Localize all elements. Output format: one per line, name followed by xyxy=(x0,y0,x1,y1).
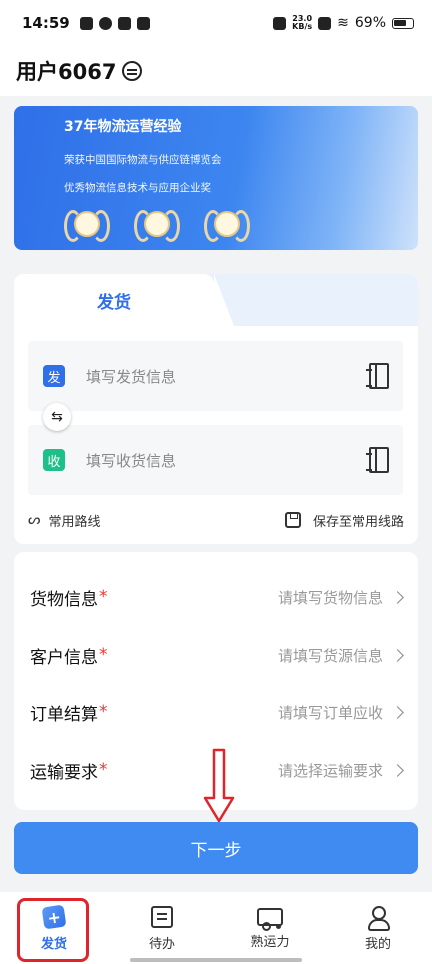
tabbar-label: 熟运力 xyxy=(250,935,290,950)
save-route-button[interactable]: 保存至常用线路 xyxy=(284,511,404,530)
chevron-right-icon xyxy=(391,590,404,604)
ship-icon: + xyxy=(41,904,67,930)
status-right: 23.0 KB/s ≋ 69% xyxy=(273,15,414,31)
todo-icon xyxy=(151,906,173,928)
required-mark: * xyxy=(99,587,108,607)
network-speed: 23.0 KB/s xyxy=(292,15,312,31)
sender-tag: 发 xyxy=(43,365,65,387)
app-header: 用户6067 xyxy=(0,46,432,96)
form-label: 货物信息 xyxy=(30,589,98,610)
form-hint: 请填写货源信息 xyxy=(277,646,383,665)
form-hint: 请选择运输要求 xyxy=(277,761,383,780)
required-mark: * xyxy=(99,645,108,665)
receiver-tag: 收 xyxy=(43,449,65,471)
app-notification-icon xyxy=(98,16,112,30)
medals xyxy=(64,208,418,242)
tab-strip: 发货 xyxy=(14,274,418,326)
swap-address-button[interactable]: ⇆ xyxy=(43,403,71,431)
home-indicator[interactable] xyxy=(130,958,302,962)
form-row-cargo[interactable]: 货物信息 * 请填写货物信息 xyxy=(14,568,418,626)
status-time: 14:59 xyxy=(22,14,70,32)
status-bar: 14:59 23.0 KB/s ≋ 69% xyxy=(0,0,432,46)
chevron-right-icon xyxy=(391,648,404,662)
medal-icon xyxy=(204,208,250,242)
crown-icon xyxy=(117,16,131,30)
tabbar-item-todo[interactable]: 待办 xyxy=(108,892,216,964)
banner-line: 优秀物流信息技术与应用企业奖 xyxy=(64,182,211,194)
tabbar-label: 发货 xyxy=(40,937,67,952)
shipping-card: 发货 发 填写发货信息 ⇆ 收 填写收货信息 ᔕ 常用路线 保存至常用线路 xyxy=(14,274,418,544)
required-mark: * xyxy=(99,702,108,722)
sender-info-row[interactable]: 发 填写发货信息 xyxy=(28,341,403,411)
address-book-icon[interactable] xyxy=(366,447,389,473)
status-left: 14:59 xyxy=(22,14,150,32)
form-row-settlement[interactable]: 订单结算 * 请填写订单应收 xyxy=(14,683,418,741)
sim-icon xyxy=(318,16,332,30)
save-route-label: 保存至常用线路 xyxy=(312,514,404,530)
chevron-right-icon xyxy=(391,705,404,719)
page-title: 用户6067 xyxy=(16,60,117,84)
next-step-button[interactable]: 下一步 xyxy=(14,822,418,874)
swap-icon: ⇆ xyxy=(51,409,63,425)
common-routes-link[interactable]: 常用路线 xyxy=(48,511,100,530)
form-label: 运输要求 xyxy=(30,762,98,783)
truck-icon xyxy=(257,908,283,931)
form-hint: 请填写货物信息 xyxy=(277,588,383,607)
app-notification-icon xyxy=(79,16,93,30)
form-label: 客户信息 xyxy=(30,647,98,668)
tab-ship[interactable]: 发货 xyxy=(14,274,234,326)
vibrate-icon xyxy=(273,16,287,30)
tabbar-label: 我的 xyxy=(364,937,391,952)
annotation-arrow-icon xyxy=(203,748,235,823)
battery-level: 69% xyxy=(354,15,386,31)
tabbar-item-capacity[interactable]: 熟运力 xyxy=(216,892,324,964)
card-footer: ᔕ 常用路线 保存至常用线路 xyxy=(14,506,418,534)
tabbar-label: 待办 xyxy=(148,937,175,952)
promo-banner[interactable]: 37年物流运营经验 荣获中国国际物流与供应链博览会 优秀物流信息技术与应用企业奖 xyxy=(14,106,418,250)
receiver-info-row[interactable]: 收 填写收货信息 xyxy=(28,425,403,495)
banner-title: 37年物流运营经验 xyxy=(64,119,182,135)
medal-icon xyxy=(64,208,110,242)
switch-account-icon[interactable] xyxy=(122,61,143,81)
user-icon xyxy=(367,906,390,931)
route-icon: ᔕ xyxy=(28,512,41,528)
bottom-tab-bar: + 发货 待办 熟运力 我的 xyxy=(0,892,432,964)
battery-icon xyxy=(392,17,414,29)
receiver-placeholder: 填写收货信息 xyxy=(86,451,177,470)
tabbar-item-mine[interactable]: 我的 xyxy=(324,892,432,964)
save-icon xyxy=(284,512,301,528)
banner-line: 荣获中国国际物流与供应链博览会 xyxy=(64,154,222,166)
medal-icon xyxy=(134,208,180,242)
form-label: 订单结算 xyxy=(30,704,98,725)
network-speed-unit: KB/s xyxy=(292,22,313,31)
form-row-customer[interactable]: 客户信息 * 请填写货源信息 xyxy=(14,626,418,684)
required-mark: * xyxy=(99,760,108,780)
address-book-icon[interactable] xyxy=(366,363,389,389)
message-icon xyxy=(136,16,150,30)
chevron-right-icon xyxy=(391,763,404,777)
wifi-icon: ≋ xyxy=(337,15,349,31)
sender-placeholder: 填写发货信息 xyxy=(86,367,177,386)
form-hint: 请填写订单应收 xyxy=(277,703,383,722)
tabbar-item-ship[interactable]: + 发货 xyxy=(0,892,108,964)
